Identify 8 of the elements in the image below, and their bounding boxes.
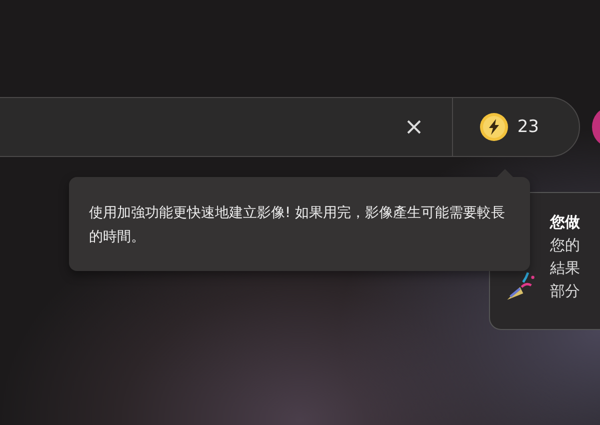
lightning-coin-icon[interactable] [479, 112, 510, 142]
card-title: 您做 [550, 213, 580, 232]
card-text: 部分 [550, 282, 580, 301]
card-text: 結果 [550, 259, 580, 278]
close-icon[interactable] [406, 119, 422, 135]
credit-count: 23 [517, 117, 539, 137]
card-text: 您的 [550, 236, 580, 255]
tooltip-text: 使用加強功能更快速地建立影像! 如果用完，影像產生可能需要較長的時間。 [89, 205, 506, 245]
